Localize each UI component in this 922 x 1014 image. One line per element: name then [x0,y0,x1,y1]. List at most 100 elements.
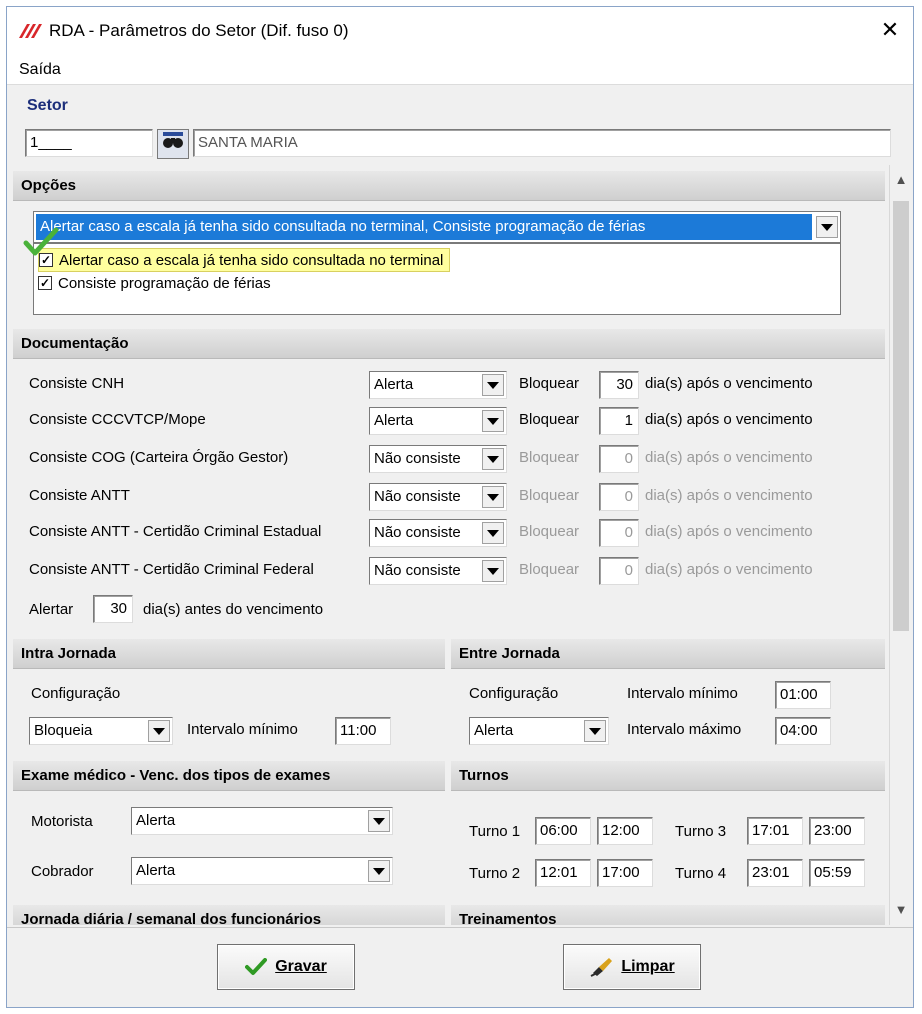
cobrador-combo[interactable]: Alerta [131,857,393,885]
doc-combo[interactable]: Alerta [369,371,507,399]
doc-combo[interactable]: Não consiste [369,519,507,547]
chevron-down-icon[interactable] [482,448,504,470]
turno-2-end-input[interactable]: 17:00 [597,859,653,887]
setor-code-input[interactable]: 1____ [25,129,153,157]
turno-1-end-input[interactable]: 12:00 [597,817,653,845]
doc-label: Consiste ANTT - Certidão Criminal Estadu… [29,523,322,540]
alertar-days-input[interactable]: 30 [93,595,133,623]
scrollbar-thumb[interactable] [893,201,909,631]
bloquear-days-value: 30 [616,376,633,393]
bloquear-label: Bloquear [519,487,580,504]
entre-jornada-header: Entre Jornada [451,639,885,669]
checkbox-checked-icon[interactable]: ✓ [38,276,52,291]
bloquear-days-input[interactable]: 1 [599,407,639,435]
bloquear-label: Bloquear [519,375,580,392]
chevron-down-icon[interactable] [482,486,504,508]
intra-config-value: Bloqueia [34,722,93,739]
bloquear-label: Bloquear [519,561,580,578]
documentacao-header: Documentação [13,329,885,359]
entre-config-combo[interactable]: Alerta [469,717,609,745]
alertar-days-value: 30 [110,600,127,617]
apos-label: dia(s) após o vencimento [645,487,813,504]
doc-label: Consiste CNH [29,375,125,392]
chevron-down-icon[interactable] [148,720,170,742]
doc-combo[interactable]: Não consiste [369,483,507,511]
options-scroll-area[interactable]: Opções Alertar caso a escala já tenha si… [13,165,911,925]
turno-2-label: Turno 2 [469,865,521,882]
lookup-binoculars-button[interactable] [157,129,189,159]
entre-max-label: Intervalo máximo [627,721,742,738]
turno-start-value: 17:01 [752,822,790,839]
doc-combo-value: Não consiste [374,524,461,541]
chevron-down-icon[interactable] [816,216,838,238]
motorista-combo[interactable]: Alerta [131,807,393,835]
window-title: RDA - Parâmetros do Setor (Dif. fuso 0) [49,21,349,40]
menu-saida[interactable]: Saída [19,61,61,79]
doc-combo-value: Alerta [374,376,414,393]
doc-combo[interactable]: Não consiste [369,557,507,585]
binoculars-icon [163,132,183,148]
eraser-brush-icon [590,958,613,977]
opcoes-item-consiste-ferias[interactable]: ✓ Consiste programação de férias [38,272,271,296]
chevron-down-icon[interactable] [482,410,504,432]
intra-intervalo-value: 11:00 [340,722,377,739]
opcoes-item-alertar-escala[interactable]: ✓ Alertar caso a escala já tenha sido con… [38,248,451,272]
chevron-down-icon[interactable] [368,810,390,832]
cobrador-value: Alerta [136,862,176,879]
doc-combo[interactable]: Alerta [369,407,507,435]
doc-label: Consiste ANTT [29,487,130,504]
bloquear-days-value: 0 [624,488,633,505]
opcoes-combo[interactable]: Alertar caso a escala já tenha sido cons… [33,211,841,243]
gravar-label: Gravar [275,958,327,975]
turno-2-start-input[interactable]: 12:01 [535,859,591,887]
scroll-down-icon[interactable]: ▼ [890,899,911,921]
doc-combo[interactable]: Não consiste [369,445,507,473]
scroll-up-icon[interactable]: ▲ [890,169,911,191]
intra-intervalo-input[interactable]: 11:00 [335,717,391,745]
chevron-down-icon[interactable] [482,374,504,396]
limpar-button[interactable]: Limpar [563,944,701,990]
turno-3-start-input[interactable]: 17:01 [747,817,803,845]
apos-label: dia(s) após o vencimento [645,561,813,578]
bloquear-days-value: 0 [624,450,633,467]
vertical-scrollbar[interactable]: ▲ ▼ [889,165,911,925]
turnos-header: Turnos [451,761,885,791]
bloquear-days-input[interactable]: 30 [599,371,639,399]
apos-label: dia(s) após o vencimento [645,523,813,540]
bloquear-days-input: 0 [599,557,639,585]
turno-3-end-input[interactable]: 23:00 [809,817,865,845]
doc-combo-value: Não consiste [374,562,461,579]
turno-1-start-input[interactable]: 06:00 [535,817,591,845]
close-icon[interactable]: ✕ [875,15,905,45]
jornada-diaria-header: Jornada diária / semanal dos funcionário… [13,905,445,925]
alertar-label: Alertar [29,601,74,618]
turno-4-end-input[interactable]: 05:59 [809,859,865,887]
turno-1-label: Turno 1 [469,823,521,840]
turno-end-value: 12:00 [602,822,640,839]
app-logo-icon [19,24,42,38]
turno-4-start-input[interactable]: 23:01 [747,859,803,887]
motorista-label: Motorista [31,813,93,830]
turno-4-label: Turno 4 [675,865,727,882]
entre-max-input[interactable]: 04:00 [775,717,831,745]
turno-end-value: 17:00 [602,864,640,881]
opcoes-item-label: Alertar caso a escala já tenha sido cons… [59,252,444,269]
entre-min-input[interactable]: 01:00 [775,681,831,709]
bloquear-label: Bloquear [519,523,580,540]
green-check-icon [23,227,59,256]
intra-config-combo[interactable]: Bloqueia [29,717,173,745]
apos-label: dia(s) após o vencimento [645,449,813,466]
chevron-down-icon[interactable] [482,560,504,582]
gravar-button[interactable]: Gravar [217,944,355,990]
turno-start-value: 23:01 [752,864,790,881]
doc-combo-value: Não consiste [374,488,461,505]
chevron-down-icon[interactable] [482,522,504,544]
bloquear-days-input: 0 [599,519,639,547]
chevron-down-icon[interactable] [584,720,606,742]
apos-label: dia(s) após o vencimento [645,411,813,428]
doc-label: Consiste CCCVTCP/Mope [29,411,206,428]
menu-bar: Saída [7,53,913,85]
chevron-down-icon[interactable] [368,860,390,882]
entre-max-value: 04:00 [780,722,818,739]
doc-combo-value: Alerta [374,412,414,429]
